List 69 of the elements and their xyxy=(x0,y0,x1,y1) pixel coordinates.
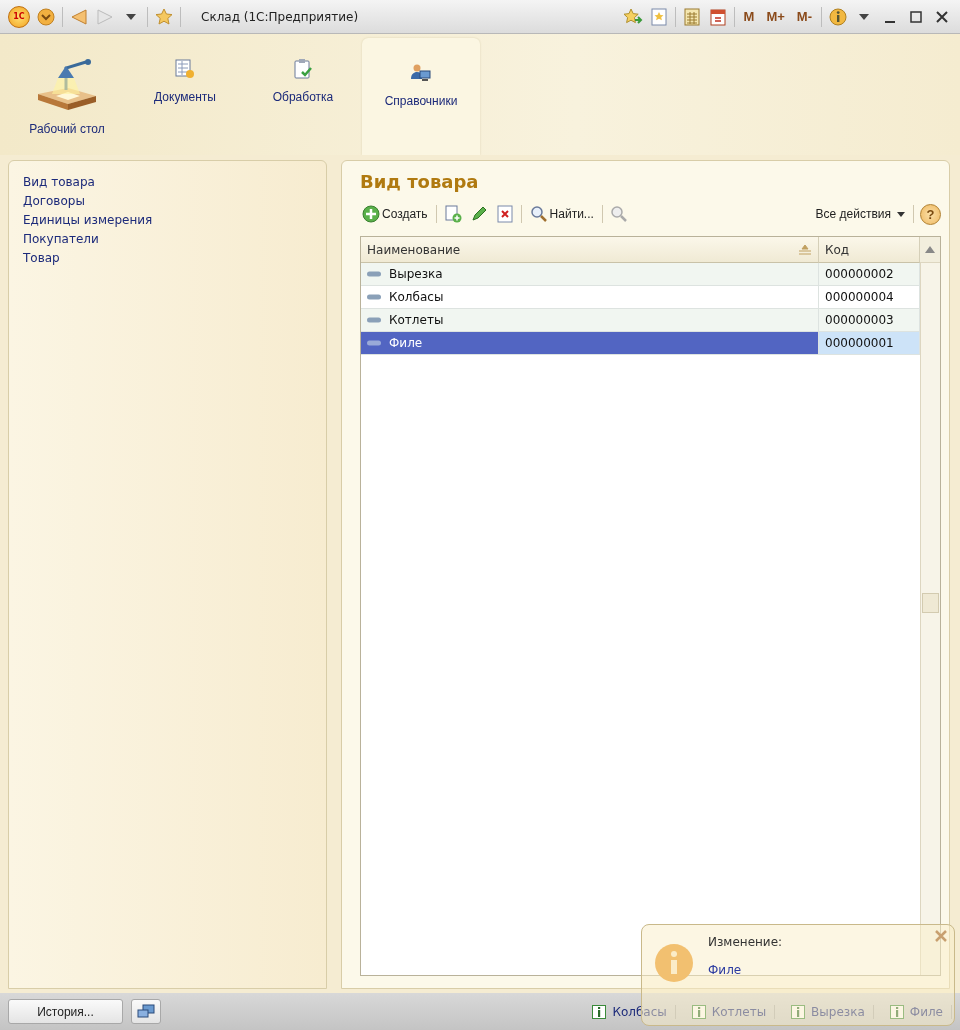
table-cell[interactable]: Котлеты xyxy=(361,309,819,332)
nav-link[interactable]: Товар xyxy=(23,251,312,265)
section-tab[interactable]: Справочники xyxy=(362,38,480,155)
all-actions-menu[interactable]: Все действия xyxy=(813,207,907,221)
help-button[interactable]: ? xyxy=(920,203,941,225)
nav-link[interactable]: Договоры xyxy=(23,194,312,208)
caret-icon xyxy=(126,13,136,20)
notification-link[interactable]: Филе xyxy=(708,963,942,977)
scrollbar-thumb[interactable] xyxy=(922,593,939,613)
caret-icon xyxy=(897,211,905,217)
form-title: Вид товара xyxy=(360,171,480,192)
table-icon xyxy=(174,58,196,80)
table-cell[interactable]: 000000004 xyxy=(819,286,920,309)
info-icon xyxy=(592,1004,607,1019)
bookmark-icon[interactable] xyxy=(648,6,669,27)
section-tab[interactable]: Документы xyxy=(126,38,244,155)
info-icon xyxy=(654,943,694,983)
info-icon xyxy=(889,1004,904,1019)
info-icon xyxy=(791,1004,806,1019)
dash-icon xyxy=(367,294,381,300)
nav-link[interactable]: Единицы измерения xyxy=(23,213,312,227)
info-icon[interactable] xyxy=(828,6,848,27)
sort-icon[interactable] xyxy=(798,244,812,255)
memory-button[interactable]: M xyxy=(740,9,758,24)
copy-document-icon[interactable] xyxy=(442,204,463,224)
back-button[interactable] xyxy=(69,6,89,27)
cancel-search-icon[interactable] xyxy=(608,204,629,224)
table-cell[interactable]: 000000003 xyxy=(819,309,920,332)
minimize-icon xyxy=(885,20,895,23)
menu-button[interactable] xyxy=(36,6,56,27)
network-button[interactable] xyxy=(131,999,161,1024)
favorites-star-icon[interactable] xyxy=(154,6,174,27)
up-arrow-icon xyxy=(925,246,935,253)
table-cell[interactable]: 000000002 xyxy=(819,263,920,286)
window-title: Склад (1С:Предприятие) xyxy=(201,9,359,24)
desk-lamp-icon xyxy=(36,58,98,112)
computers-icon xyxy=(137,1003,155,1020)
dash-icon xyxy=(367,271,381,277)
nav-link[interactable]: Покупатели xyxy=(23,232,312,246)
column-title: Наименование xyxy=(367,242,461,257)
clipboard-check-icon xyxy=(292,58,314,80)
section-tab[interactable]: Обработка xyxy=(244,38,362,155)
search-icon xyxy=(529,205,548,223)
notification-title: Изменение: xyxy=(708,935,784,949)
scroll-up-button[interactable] xyxy=(920,237,940,263)
table-cell[interactable]: 000000001 xyxy=(819,332,920,355)
create-button[interactable]: Создать xyxy=(360,205,430,223)
table-cell[interactable]: Вырезка xyxy=(361,263,819,286)
dash-icon xyxy=(367,340,381,346)
memory-button[interactable]: M+ xyxy=(763,9,788,24)
calendar-icon[interactable] xyxy=(707,6,728,27)
find-button[interactable]: Найти... xyxy=(527,205,596,223)
info-icon xyxy=(691,1004,706,1019)
section-tab[interactable]: Рабочий стол xyxy=(8,38,126,155)
memory-button[interactable]: M- xyxy=(793,9,815,24)
recent-link[interactable]: Колбасы xyxy=(584,1004,676,1019)
app-logo[interactable]: 1С xyxy=(8,5,30,28)
dash-icon xyxy=(367,317,381,323)
table-cell[interactable]: Филе xyxy=(361,332,819,355)
column-header[interactable]: Наименование xyxy=(361,237,819,263)
user-computer-icon xyxy=(410,62,432,84)
plus-icon xyxy=(362,205,380,223)
nav-link[interactable]: Вид товара xyxy=(23,175,312,189)
close-icon xyxy=(934,929,948,943)
column-header[interactable]: Код xyxy=(819,237,920,263)
table-cell[interactable]: Колбасы xyxy=(361,286,819,309)
calculator-icon[interactable] xyxy=(681,6,702,27)
history-button[interactable]: История... xyxy=(8,999,123,1024)
delete-icon[interactable] xyxy=(494,204,515,224)
